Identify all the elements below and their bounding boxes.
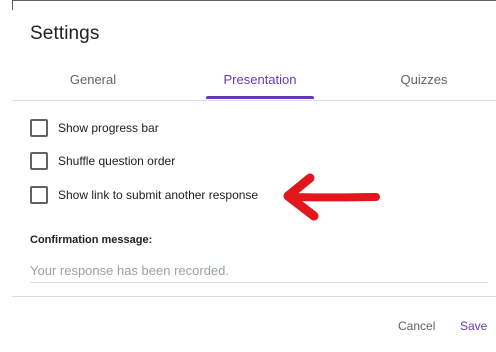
dialog-left-border [12, 0, 13, 10]
tabs-divider [12, 100, 496, 101]
dialog-top-border [12, 0, 496, 1]
option-show-progress-bar[interactable]: Show progress bar [30, 118, 159, 138]
option-label: Show link to submit another response [58, 188, 259, 202]
tab-quizzes[interactable]: Quizzes [384, 64, 464, 100]
active-tab-indicator [206, 96, 314, 99]
show-link-another-response-checkbox[interactable] [30, 186, 48, 204]
option-label: Show progress bar [58, 121, 159, 135]
tab-general[interactable]: General [48, 64, 138, 100]
confirmation-message-input[interactable] [30, 258, 488, 283]
show-progress-bar-checkbox[interactable] [30, 119, 48, 137]
confirmation-message-label: Confirmation message: [30, 234, 153, 246]
option-label: Shuffle question order [58, 154, 176, 168]
save-button[interactable]: Save [460, 314, 487, 338]
option-shuffle-question-order[interactable]: Shuffle question order [30, 151, 175, 171]
cancel-button[interactable]: Cancel [398, 314, 435, 338]
settings-tabs: General Presentation Quizzes [12, 64, 496, 100]
shuffle-question-order-checkbox[interactable] [30, 152, 48, 170]
tab-presentation[interactable]: Presentation [206, 64, 314, 100]
footer-divider [12, 296, 496, 297]
option-show-link-another-response[interactable]: Show link to submit another response [30, 185, 258, 205]
dialog-title: Settings [30, 23, 100, 44]
red-arrow-icon [283, 173, 380, 221]
